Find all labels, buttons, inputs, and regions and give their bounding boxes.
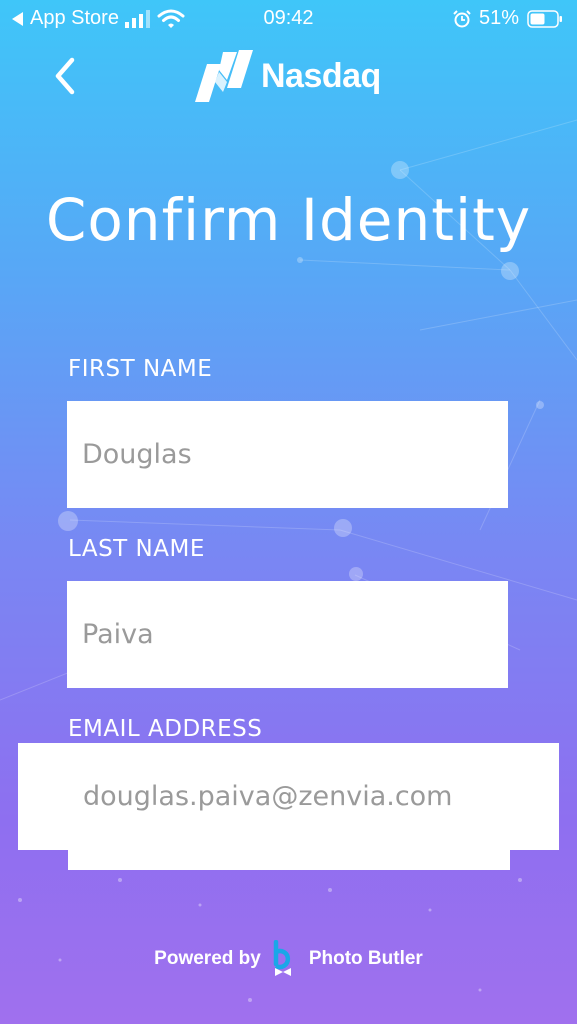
nasdaq-mark-icon [195, 50, 253, 102]
footer-powered-by: Powered by Photo Butler [0, 940, 577, 978]
page-title: Confirm Identity [45, 186, 532, 254]
alarm-icon [453, 9, 471, 27]
logo-text: Nasdaq [261, 56, 381, 95]
battery-icon [527, 9, 562, 28]
chevron-left-icon [55, 57, 75, 95]
status-bar: App Store 09:42 51% [0, 0, 577, 38]
email-input[interactable] [18, 743, 559, 850]
first-name-label: FIRST NAME [68, 356, 213, 382]
back-button[interactable] [46, 52, 86, 100]
nasdaq-logo: Nasdaq [193, 48, 381, 104]
status-right: 51% [453, 7, 563, 30]
email-label: EMAIL ADDRESS [68, 716, 263, 742]
last-name-label: LAST NAME [68, 536, 205, 562]
photo-butler-logo-icon [273, 940, 291, 976]
battery-percentage: 51% [478, 7, 519, 29]
powered-by-label: Powered by [154, 948, 261, 969]
network-background [0, 119, 577, 1002]
first-name-input[interactable] [67, 401, 508, 508]
photo-butler-label: Photo Butler [308, 948, 423, 969]
last-name-input[interactable] [67, 581, 508, 688]
